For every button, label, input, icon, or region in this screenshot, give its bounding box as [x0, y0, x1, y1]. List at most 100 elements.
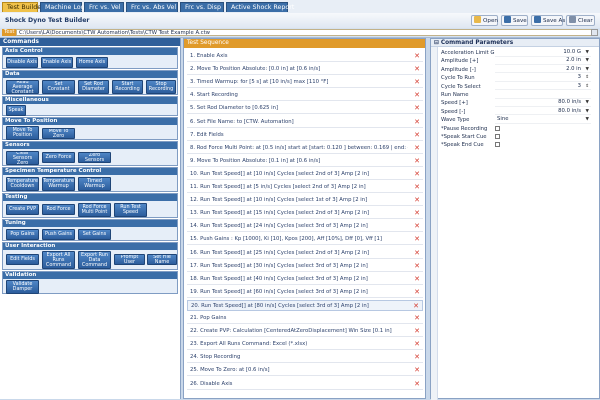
sequence-step[interactable]: 2. Move To Position Absolute: [0.0 in] a… [187, 64, 423, 76]
move-to-position-button[interactable]: Move To Position [6, 126, 39, 140]
tab-frc-vs-vel[interactable]: Frc vs. Vel [84, 2, 124, 12]
sequence-step[interactable]: 5. Set Rod Diameter to [0.625 in] ✕ [187, 103, 423, 115]
delete-step-icon[interactable]: ✕ [414, 169, 420, 179]
disable-axis-button[interactable]: Disable Axis [6, 57, 38, 68]
delete-step-icon[interactable]: ✕ [414, 90, 420, 100]
pop-gains-button[interactable]: Pop Gains [6, 229, 39, 240]
delete-step-icon[interactable]: ✕ [414, 326, 420, 336]
edit-fields-button[interactable]: Edit Fields [6, 254, 39, 265]
parameter-checkbox[interactable] [495, 142, 500, 148]
delete-step-icon[interactable]: ✕ [414, 339, 420, 349]
delete-step-icon[interactable]: ✕ [414, 117, 420, 127]
delete-step-icon[interactable]: ✕ [414, 77, 420, 87]
sequence-step[interactable]: 26. Disable Axis ✕ [187, 379, 423, 390]
parameter-value-field[interactable]: 80.0 in/s ▼ [495, 108, 591, 116]
sequence-step[interactable]: 7. Edit Fields ✕ [187, 130, 423, 141]
delete-step-icon[interactable]: ✕ [414, 274, 420, 284]
delete-step-icon[interactable]: ✕ [414, 313, 420, 323]
delete-step-icon[interactable]: ✕ [414, 182, 420, 192]
sequence-step[interactable]: 15. Push Gains : Kp [1000], Ki [10], Kpo… [187, 234, 423, 246]
delete-step-icon[interactable]: ✕ [414, 156, 420, 166]
set-rod-diameter-button[interactable]: Set Rod Diameter [78, 80, 109, 94]
chevron-down-icon[interactable]: ▼ [586, 57, 589, 64]
temperature-warmup-button[interactable]: Temperature Warmup [42, 177, 75, 191]
chevron-down-icon[interactable]: ▼ [586, 49, 589, 56]
parameter-value-field[interactable]: 10.0 G ▼ [495, 49, 591, 57]
sequence-step[interactable]: 24. Stop Recording ✕ [187, 352, 423, 364]
parameter-value-field[interactable]: 2.0 in ▼ [495, 57, 591, 65]
move-to-zero-button[interactable]: Move To Zero [42, 128, 75, 139]
delete-step-icon[interactable]: ✕ [414, 195, 420, 205]
sequence-step[interactable]: 13. Run Test Speed[] at [15 in/s] Cycles… [187, 208, 423, 220]
sequence-step[interactable]: 16. Run Test Speed[] at [25 in/s] Cycles… [187, 248, 423, 259]
sequence-step[interactable]: 12. Run Test Speed[] at [10 in/s] Cycles… [187, 195, 423, 207]
delete-step-icon[interactable]: ✕ [414, 287, 420, 297]
sequence-step[interactable]: 17. Run Test Speed[] at [30 in/s] Cycles… [187, 261, 423, 272]
tab-test-builder[interactable]: Test Builder [2, 2, 44, 12]
delete-step-icon[interactable]: ✕ [414, 64, 420, 74]
delete-step-icon[interactable]: ✕ [414, 51, 420, 61]
set-gains-button[interactable]: Set Gains [78, 229, 111, 240]
clear-button[interactable]: Clear [566, 15, 595, 26]
save-button[interactable]: Save [501, 15, 528, 26]
delete-step-icon[interactable]: ✕ [414, 379, 420, 389]
chevron-down-icon[interactable]: ▼ [586, 66, 589, 73]
parameter-value-field[interactable]: 2.0 in ▼ [495, 66, 591, 74]
delete-step-icon[interactable]: ✕ [414, 221, 420, 231]
rod-force-multi-point-button[interactable]: Rod Force Multi Point [78, 203, 111, 217]
collapse-icon[interactable]: ⊟ [434, 40, 441, 46]
tab-frc-vs-abs-vel[interactable]: Frc vs. Abs Vel [126, 2, 178, 12]
chevron-down-icon[interactable]: ▼ [586, 99, 589, 106]
sequence-step[interactable]: 10. Run Test Speed[] at [10 in/s] Cycles… [187, 169, 423, 180]
parameter-value-field[interactable]: 3 ⇕ [495, 83, 591, 91]
validate-damper-button[interactable]: Validate Damper [6, 280, 39, 294]
set-constant-button[interactable]: Set Constant [42, 80, 75, 94]
zero-sensors-button[interactable]: Zero Sensors [78, 152, 111, 163]
browse-button[interactable] [591, 29, 598, 36]
chevron-down-icon[interactable]: ▼ [586, 108, 589, 115]
sequence-step[interactable]: 22. Create PVP: Calculation [CenteredAtZ… [187, 326, 423, 338]
chevron-down-icon[interactable]: ▼ [586, 116, 589, 123]
clear-sensors-zero-button[interactable]: Clear Sensors Zero [6, 151, 39, 165]
sequence-step[interactable]: 8. Rod Force Multi Point: at [0.5 in/s] … [187, 143, 423, 154]
file-path-field[interactable]: C:\Users\LA\Documents\CTW Automation\Tes… [16, 29, 594, 36]
parameter-value-field[interactable]: 80.0 in/s ▼ [495, 99, 591, 107]
sequence-step[interactable]: 9. Move To Position Absolute: [0.1 in] a… [187, 156, 423, 167]
delete-step-icon[interactable]: ✕ [414, 261, 420, 271]
tab-active-shock-report[interactable]: Active Shock Report [226, 2, 294, 12]
sequence-step[interactable]: 25. Move To Zero: at [0.6 in/s] ✕ [187, 365, 423, 377]
parameter-checkbox[interactable] [495, 134, 500, 139]
sequence-step[interactable]: 18. Run Test Speed[] at [40 in/s] Cycles… [187, 274, 423, 285]
delete-step-icon[interactable]: ✕ [414, 208, 420, 218]
delete-step-icon[interactable]: ✕ [414, 234, 420, 244]
parameter-value-field[interactable]: Sine ▼ [495, 116, 591, 124]
sequence-step[interactable]: 14. Run Test Speed[] at [24 in/s] Cycles… [187, 221, 423, 233]
spinner-icon[interactable]: ⇕ [585, 74, 589, 81]
tab-frc-vs-disp[interactable]: Frc vs. Disp [180, 2, 224, 12]
push-gains-button[interactable]: Push Gains [42, 229, 75, 240]
sequence-step[interactable]: 11. Run Test Speed[] at [5 in/s] Cycles … [187, 182, 423, 193]
sequence-step[interactable]: 19. Run Test Speed[] at [60 in/s] Cycles… [187, 287, 423, 298]
start-recording-button[interactable]: Start Recording [112, 80, 143, 94]
sequence-step[interactable]: 21. Pop Gains ✕ [187, 313, 423, 324]
sequence-step[interactable]: 20. Run Test Speed[] at [80 in/s] Cycles… [187, 299, 423, 311]
delete-step-icon[interactable]: ✕ [414, 248, 420, 258]
export-run-data-command-button[interactable]: Export Run Data Command [78, 251, 111, 269]
temperature-cooldown-button[interactable]: Temperature Cooldown [6, 177, 39, 191]
spinner-icon[interactable]: ⇕ [585, 83, 589, 90]
delete-step-icon[interactable]: ✕ [414, 143, 420, 153]
stop-recording-button[interactable]: Stop Recording [146, 80, 176, 94]
timed-warmup-button[interactable]: Timed Warmup [78, 177, 111, 191]
parameter-value-field[interactable]: 3 ⇕ [495, 74, 591, 82]
open-button[interactable]: Open [471, 15, 498, 26]
delete-step-icon[interactable]: ✕ [414, 365, 420, 375]
sequence-step[interactable]: 23. Export All Runs Command: Excel (*.xl… [187, 339, 423, 351]
sequence-step[interactable]: 3. Timed Warmup: for [5 s] at [10 in/s] … [187, 77, 423, 89]
prompt-user-button[interactable]: Prompt User [114, 254, 145, 265]
tab-machine-log[interactable]: Machine Log [40, 2, 85, 12]
delete-step-icon[interactable]: ✕ [413, 301, 419, 310]
delete-step-icon[interactable]: ✕ [414, 103, 420, 113]
speak-button[interactable]: Speak [6, 105, 26, 116]
zero-force-button[interactable]: Zero Force [42, 152, 75, 163]
parameter-value-field[interactable] [495, 91, 591, 99]
